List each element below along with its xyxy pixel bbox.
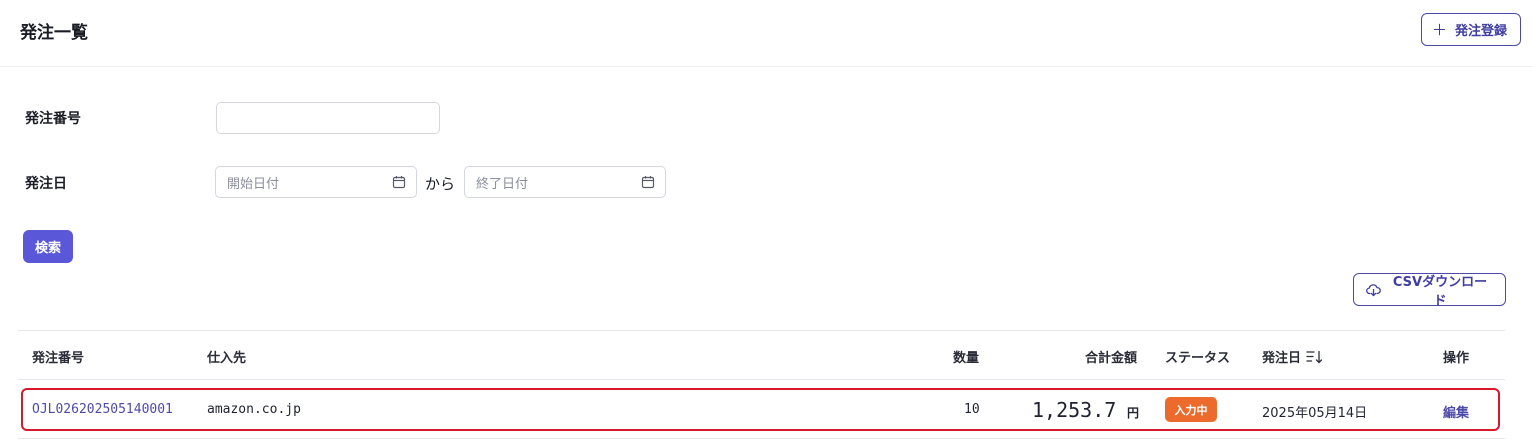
start-date-placeholder: 開始日付 bbox=[227, 176, 280, 192]
table-header-divider bbox=[18, 379, 1505, 380]
column-header-qty: 数量 bbox=[953, 351, 980, 366]
sort-icon[interactable] bbox=[1306, 350, 1324, 364]
table-top-border bbox=[18, 330, 1505, 331]
order-no-input[interactable] bbox=[216, 102, 440, 134]
column-header-amount: 合計金額 bbox=[1085, 351, 1138, 366]
column-header-order-no: 発注番号 bbox=[32, 351, 85, 366]
header-divider bbox=[0, 66, 1532, 67]
column-header-supplier: 仕入先 bbox=[207, 351, 247, 366]
column-header-date-label: 発注日 bbox=[1262, 351, 1302, 366]
plus-icon: ＋ bbox=[1432, 21, 1448, 39]
csv-download-label: CSVダウンロード bbox=[1392, 274, 1488, 309]
calendar-icon bbox=[392, 175, 406, 189]
table-row-border bbox=[18, 438, 1505, 439]
cloud-download-icon bbox=[1366, 283, 1381, 297]
column-header-date[interactable]: 発注日 bbox=[1262, 347, 1324, 366]
end-date-placeholder: 終了日付 bbox=[476, 176, 529, 192]
end-date-input[interactable]: 終了日付 bbox=[464, 166, 666, 198]
column-header-status: ステータス bbox=[1165, 351, 1231, 366]
row-highlight-box bbox=[21, 388, 1500, 431]
calendar-icon bbox=[641, 175, 655, 189]
order-no-label: 発注番号 bbox=[25, 111, 81, 127]
page-title: 発注一覧 bbox=[20, 23, 88, 43]
order-register-button[interactable]: ＋ 発注登録 bbox=[1421, 13, 1521, 46]
search-button[interactable]: 検索 bbox=[23, 230, 73, 263]
column-header-action: 操作 bbox=[1443, 351, 1470, 366]
start-date-input[interactable]: 開始日付 bbox=[215, 166, 417, 198]
order-register-label: 発注登録 bbox=[1455, 24, 1508, 39]
csv-download-button[interactable]: CSVダウンロード bbox=[1353, 273, 1506, 309]
date-range-separator: から bbox=[425, 175, 456, 193]
order-date-label: 発注日 bbox=[25, 176, 67, 192]
